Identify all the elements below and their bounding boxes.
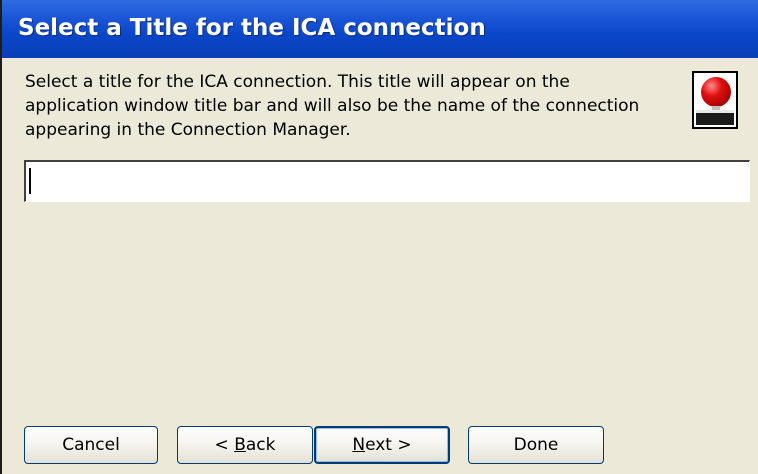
connection-app-icon	[692, 71, 738, 129]
done-button[interactable]: Done	[468, 426, 604, 464]
next-mnemonic: N	[352, 435, 366, 455]
next-button[interactable]: Next >	[314, 426, 450, 464]
cancel-label: Cancel	[62, 435, 120, 455]
text-caret	[29, 168, 31, 194]
back-mnemonic: B	[234, 435, 246, 455]
next-label-rest: ext >	[365, 435, 412, 455]
back-label-rest: ack	[245, 435, 276, 455]
back-prefix: <	[214, 435, 235, 455]
cancel-button[interactable]: Cancel	[24, 426, 158, 464]
dialog-header: Select a Title for the ICA connection	[2, 0, 758, 58]
dialog-description: Select a title for the ICA connection. T…	[25, 72, 640, 140]
wizard-dialog: Select a Title for the ICA connection Se…	[0, 0, 758, 474]
back-button[interactable]: < Back	[177, 426, 313, 464]
connection-title-input[interactable]	[24, 160, 750, 202]
done-label: Done	[513, 435, 559, 455]
icon-base	[696, 113, 734, 125]
dialog-title: Select a Title for the ICA connection	[18, 15, 486, 41]
red-ball-shape	[701, 77, 731, 107]
